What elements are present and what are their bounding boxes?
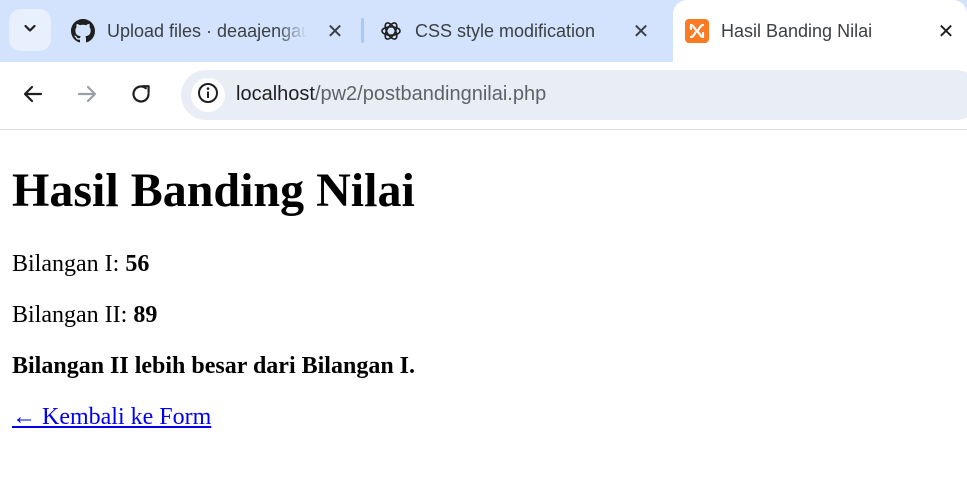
xampp-icon — [685, 19, 709, 43]
bilangan-1-label: Bilangan I: — [12, 251, 126, 277]
bilangan-2-label: Bilangan II: — [12, 302, 134, 328]
tab-upload-files[interactable]: Upload files · deaajengaulia ✕ — [71, 0, 356, 62]
tab-strip: Upload files · deaajengaulia ✕ CSS style… — [0, 0, 967, 62]
chevron-down-icon — [22, 20, 38, 41]
browser-toolbar: localhost/pw2/postbandingnilai.php — [0, 62, 967, 130]
chatgpt-icon — [379, 19, 403, 43]
tab-title: CSS style modification — [415, 20, 596, 41]
reload-button[interactable] — [125, 80, 157, 112]
address-bar[interactable]: localhost/pw2/postbandingnilai.php — [181, 70, 967, 120]
tab-css-style-modification[interactable]: CSS style modification ✕ — [379, 0, 664, 62]
page-content: Hasil Banding Nilai Bilangan I: 56 Bilan… — [0, 130, 967, 494]
site-info-button[interactable] — [191, 78, 225, 112]
tab-hasil-banding-nilai[interactable]: Hasil Banding Nilai ✕ — [673, 0, 967, 62]
back-link-row: ← Kembali ke Form — [12, 405, 211, 429]
page-title: Hasil Banding Nilai — [12, 164, 415, 217]
close-tab-icon[interactable]: ✕ — [629, 19, 653, 43]
back-to-form-link[interactable]: ← Kembali ke Form — [12, 404, 211, 430]
close-tab-icon[interactable]: ✕ — [934, 19, 958, 43]
arrow-left-icon — [22, 83, 44, 110]
info-icon — [197, 82, 219, 109]
url-text: localhost/pw2/postbandingnilai.php — [236, 83, 546, 106]
tab-title: Upload files · deaajengaulia — [107, 20, 307, 41]
back-button[interactable] — [17, 80, 49, 112]
bilangan-2-value: 89 — [133, 302, 158, 328]
github-icon — [71, 19, 95, 43]
tab-search-button[interactable] — [9, 9, 51, 51]
bilangan-1-value: 56 — [125, 251, 150, 277]
forward-button[interactable] — [71, 80, 103, 112]
close-tab-icon[interactable]: ✕ — [323, 19, 347, 43]
url-path: /pw2/postbandingnilai.php — [314, 83, 547, 105]
tab-separator — [361, 18, 364, 43]
tab-title: Hasil Banding Nilai — [721, 20, 873, 41]
url-host: localhost — [236, 83, 315, 105]
arrow-right-icon — [76, 83, 98, 110]
bilangan-1-row: Bilangan I: 56 — [12, 252, 149, 276]
comparison-result: Bilangan II lebih besar dari Bilangan I. — [12, 353, 416, 379]
bilangan-2-row: Bilangan II: 89 — [12, 303, 157, 327]
reload-icon — [130, 83, 152, 110]
